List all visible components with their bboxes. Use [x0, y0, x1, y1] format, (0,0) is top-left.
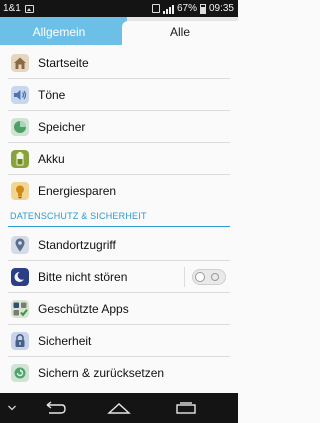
settings-item-label: Bitte nicht stören	[38, 270, 128, 284]
toggle-knob	[195, 272, 205, 282]
battery-status-icon	[199, 3, 206, 14]
home-nav-icon	[107, 403, 131, 414]
recent-apps-icon	[176, 402, 196, 414]
battery-icon	[11, 150, 29, 168]
section-divider	[8, 226, 230, 227]
image-notification-icon	[24, 4, 34, 13]
carrier-label: 1&1	[3, 3, 21, 14]
moon-icon	[11, 268, 29, 286]
settings-item-toene[interactable]: Töne	[0, 79, 238, 111]
signal-icon	[162, 4, 174, 14]
settings-item-label: Töne	[38, 88, 66, 102]
settings-item-label: Speicher	[38, 120, 86, 134]
settings-item-energiesparen[interactable]: Energiesparen	[0, 175, 238, 207]
toggle-off-mark	[211, 273, 219, 281]
back-arrow-icon	[46, 401, 66, 414]
section-header-datenschutz: DATENSCHUTZ & SICHERHEIT	[0, 208, 238, 228]
recent-apps-button[interactable]	[168, 393, 204, 423]
settings-item-bitte-nicht-stoeren[interactable]: Bitte nicht stören	[0, 261, 238, 293]
settings-item-standortzugriff[interactable]: Standortzugriff	[0, 229, 238, 261]
settings-item-sicherheit[interactable]: Sicherheit	[0, 325, 238, 357]
back-button[interactable]	[36, 393, 72, 423]
tab-alle-label: Alle	[169, 25, 190, 39]
navigation-bar	[0, 393, 238, 423]
protected-apps-icon	[11, 300, 29, 318]
battery-percent: 67%	[176, 3, 197, 14]
settings-item-speicher[interactable]: Speicher	[0, 111, 238, 143]
settings-item-startseite[interactable]: Startseite	[0, 47, 238, 79]
settings-item-sichern-zuruecksetzen[interactable]: Sichern & zurücksetzen	[0, 357, 238, 389]
settings-item-akku[interactable]: Akku	[0, 143, 238, 175]
settings-item-label: Energiesparen	[38, 184, 117, 198]
tab-bar: Allgemein Alle	[0, 17, 238, 49]
settings-item-label: Akku	[38, 152, 65, 166]
storage-pie-icon	[11, 118, 29, 136]
location-pin-icon	[11, 236, 29, 254]
settings-item-label: Sichern & zurücksetzen	[38, 366, 165, 380]
home-icon	[11, 54, 29, 72]
backup-icon	[11, 364, 29, 382]
tab-alle[interactable]: Alle	[122, 21, 238, 49]
vertical-divider	[184, 267, 185, 287]
clock: 09:35	[208, 3, 234, 14]
chevron-down-icon	[8, 405, 16, 411]
settings-item-geschuetzte-apps[interactable]: Geschützte Apps	[0, 293, 238, 325]
lightbulb-icon	[11, 182, 29, 200]
section-title: DATENSCHUTZ & SICHERHEIT	[10, 211, 147, 221]
settings-item-label: Standortzugriff	[38, 238, 116, 252]
tab-allgemein[interactable]: Allgemein	[0, 17, 127, 45]
lock-icon	[11, 332, 29, 350]
hide-nav-button[interactable]	[0, 393, 24, 423]
vibrate-icon	[151, 4, 160, 13]
tab-allgemein-label: Allgemein	[32, 25, 86, 39]
settings-item-label: Geschützte Apps	[38, 302, 129, 316]
speaker-icon	[11, 86, 29, 104]
do-not-disturb-toggle[interactable]	[192, 269, 226, 285]
settings-item-label: Startseite	[38, 56, 89, 70]
settings-item-label: Sicherheit	[38, 334, 92, 348]
status-bar: 1&1 67% 09:35	[0, 0, 238, 17]
home-button[interactable]	[101, 393, 137, 423]
